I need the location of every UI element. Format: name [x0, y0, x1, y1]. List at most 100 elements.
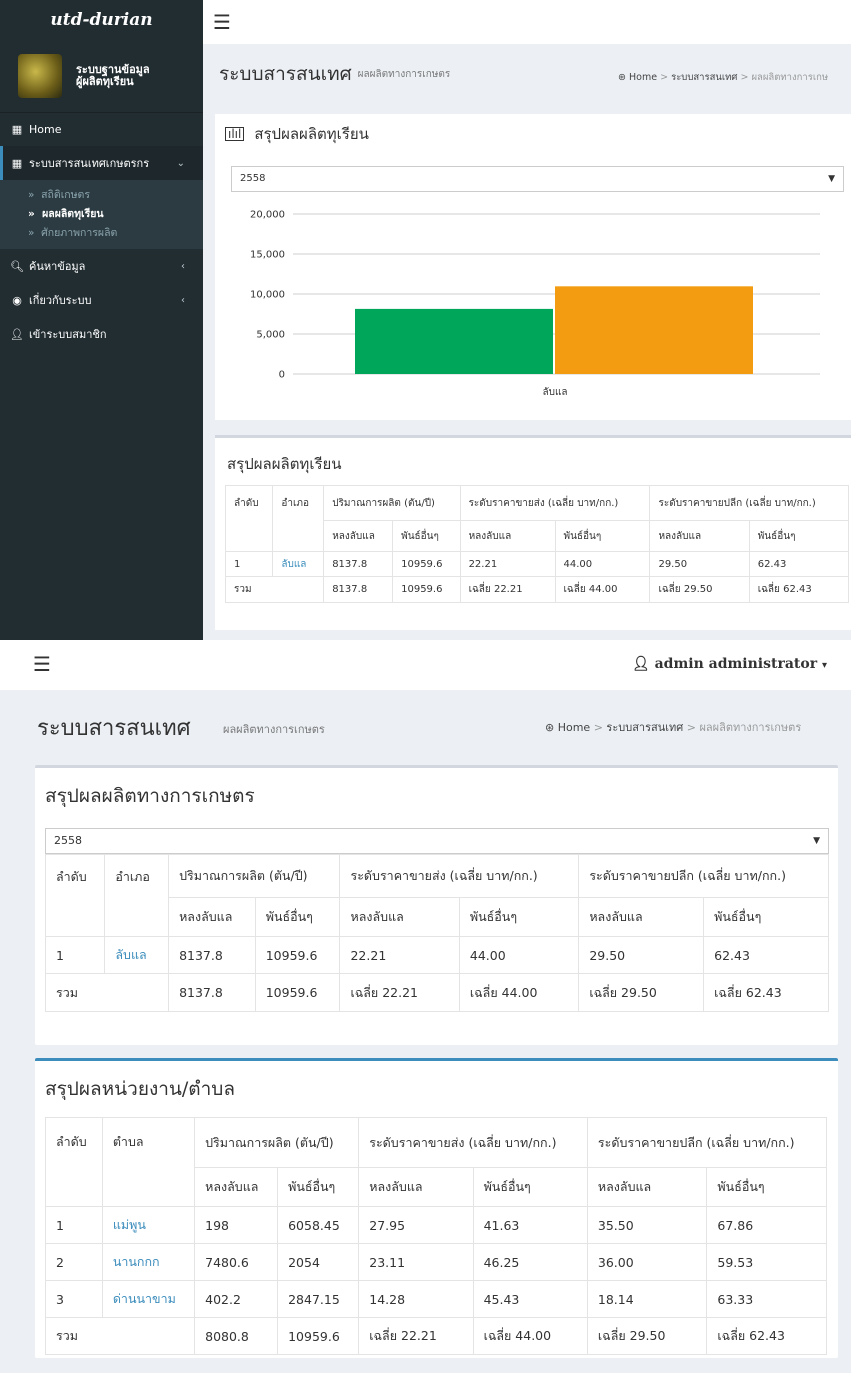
cell: 22.21 [339, 936, 460, 974]
total-row: รวม 8137.8 10959.6 เฉลี่ย 22.21 เฉลี่ย 4… [224, 576, 850, 603]
caret-down-icon: ▼ [813, 836, 820, 846]
breadcrumb-home[interactable]: Home [629, 72, 657, 83]
breadcrumb: ⊛ Home > ระบบสารสนเทศ > ผลผลิตทางการเกษต… [545, 721, 802, 734]
col-other: พันธ์อื่นๆ [706, 1167, 827, 1207]
col-lang: หลงลับแล [194, 1167, 279, 1207]
district-link[interactable]: ลับแล [104, 936, 170, 974]
grid-icon: ▦ [11, 123, 23, 136]
cell: 402.2 [194, 1280, 279, 1318]
cell: 67.86 [706, 1206, 827, 1244]
year-select-value: 2558 [54, 834, 82, 847]
system-name: ระบบฐานข้อมูล ผู้ผลิตทุเรียน [76, 63, 150, 88]
col-production: ปริมาณการผลิต (ตัน/ปี) [194, 1117, 360, 1168]
col-wholesale: ระดับราคาขายส่ง (เฉลี่ย บาท/กก.) [339, 854, 580, 898]
col-other: พันธ์อื่นๆ [703, 897, 829, 937]
col-lang: หลงลับแล [586, 1167, 708, 1207]
y-tick-label: 5,000 [256, 330, 285, 341]
summary-table-title: สรุปผลผลิตทุเรียน [227, 455, 342, 473]
cell: เฉลี่ย 44.00 [554, 576, 651, 603]
cell: 8080.8 [194, 1317, 279, 1355]
col-wholesale: ระดับราคาขายส่ง (เฉลี่ย บาท/กก.) [358, 1117, 588, 1168]
submenu: » สถิติเกษตร » ผลผลิตทุเรียน » ศักยภาพกา… [0, 180, 203, 249]
cell: 27.95 [358, 1206, 474, 1244]
cell: 2054 [277, 1243, 360, 1281]
cell-total-label: รวม [44, 1317, 196, 1355]
cell: 22.21 [459, 551, 556, 577]
sidebar-item-label: ค้นหาข้อมูล [29, 260, 86, 273]
sidebar-item-label: เกี่ยวกับระบบ [29, 294, 92, 307]
col-lang: หลงลับแล [649, 520, 750, 552]
page-title: ระบบสารสนเทศ [37, 716, 191, 741]
breadcrumb-current: ผลผลิตทางการเกษ [751, 72, 829, 83]
sidebar-item-login[interactable]: 👤︎ เข้าระบบสมาชิก [0, 317, 203, 351]
subdistrict-link[interactable]: แม่พูน [101, 1206, 196, 1244]
breadcrumb-info[interactable]: ระบบสารสนเทศ [606, 721, 683, 734]
cell-order: 3 [45, 1280, 103, 1318]
sidebar-item-about[interactable]: ◉ เกี่ยวกับระบบ ‹ [0, 283, 203, 317]
cell: 198 [194, 1206, 279, 1244]
cell: เฉลี่ย 62.43 [703, 973, 829, 1012]
subdistrict-summary-title: สรุปผลหน่วยงาน/ตำบล [45, 1078, 235, 1100]
cell-order: 2 [45, 1243, 103, 1281]
sidebar-item-info-system[interactable]: ▦ ระบบสารสนเทศเกษตรกร ⌄ [0, 146, 203, 180]
cell: 46.25 [472, 1243, 588, 1281]
breadcrumb: ⊛ Home > ระบบสารสนเทศ > ผลผลิตทางการเกษ [618, 72, 829, 83]
breadcrumb-home[interactable]: Home [558, 721, 590, 734]
cell: 23.11 [358, 1243, 474, 1281]
breadcrumb-info[interactable]: ระบบสารสนเทศ [671, 72, 737, 83]
subdistrict-summary-table: ลำดับ ตำบล ปริมาณการผลิต (ตัน/ปี) ระดับร… [44, 1117, 828, 1355]
subdistrict-link[interactable]: ด่านนาขาม [101, 1280, 196, 1318]
y-tick-label: 20,000 [250, 210, 285, 221]
cell: 44.00 [554, 551, 651, 577]
total-row: รวม 8080.8 10959.6 เฉลี่ย 22.21 เฉลี่ย 4… [44, 1317, 827, 1355]
user-name: admin administrator [654, 656, 818, 672]
district-link[interactable]: ลับแล [272, 551, 325, 577]
cell: 10959.6 [254, 936, 341, 974]
user-menu[interactable]: 👤︎ admin administrator ▾ [632, 656, 827, 672]
chart-box-title: ılıl สรุปผลผลิตทุเรียน [225, 122, 369, 146]
cell: เฉลี่ย 62.43 [748, 576, 850, 603]
chevron-down-icon: ⌄ [176, 157, 185, 169]
cell: 10959.6 [392, 576, 461, 603]
col-lang: หลงลับแล [358, 1167, 474, 1207]
col-other: พันธ์อื่นๆ [554, 520, 651, 552]
cell: 8137.8 [323, 576, 394, 603]
bar-chart-icon: ılıl [225, 127, 245, 141]
col-retail: ระดับราคาขายปลีก (เฉลี่ย บาท/กก.) [649, 485, 849, 521]
submenu-item-stats[interactable]: » สถิติเกษตร [0, 186, 203, 205]
cell: เฉลี่ย 22.21 [459, 576, 556, 603]
cell-total-label: รวม [44, 973, 170, 1012]
cell: 63.33 [706, 1280, 827, 1318]
year-select-value: 2558 [240, 173, 266, 184]
cell: เฉลี่ย 62.43 [706, 1317, 827, 1355]
chart-box: ılıl สรุปผลผลิตทุเรียน 2558 ▼ 20,000 15,0… [215, 114, 851, 420]
page-subtitle: ผลผลิตทางการเกษตร [223, 723, 325, 736]
submenu-item-potential[interactable]: » ศักยภาพการผลิต [0, 224, 203, 243]
bar [555, 286, 753, 374]
subdistrict-link[interactable]: นานกกก [101, 1243, 196, 1281]
bar-chart: 20,000 15,000 10,000 5,000 0 ลับแล [250, 210, 820, 398]
screenshot-bottom: ☰ 👤︎ admin administrator ▾ ระบบสารสนเทศ … [0, 640, 851, 1373]
hamburger-menu-icon[interactable]: ☰ [33, 652, 51, 676]
cell: 8137.8 [168, 973, 256, 1012]
cell: 62.43 [703, 936, 829, 974]
sidebar-item-home[interactable]: ▦ Home [0, 112, 203, 146]
chevron-left-icon: ‹ [181, 260, 185, 272]
cell: 45.43 [472, 1280, 588, 1318]
sidebar-item-search[interactable]: 🔍︎ ค้นหาข้อมูล ‹ [0, 249, 203, 283]
submenu-item-durian[interactable]: » ผลผลิตทุเรียน [0, 205, 203, 224]
year-select[interactable]: 2558 ▼ [231, 166, 844, 192]
col-order: ลำดับ [224, 485, 274, 552]
page-title: ระบบสารสนเทศ [219, 63, 352, 85]
app-logo[interactable]: utd-durian [0, 0, 203, 40]
col-order: ลำดับ [45, 1117, 103, 1207]
user-panel: ระบบฐานข้อมูล ผู้ผลิตทุเรียน [0, 40, 203, 112]
table-row: 1 ลับแล 8137.8 10959.6 22.21 44.00 29.50… [224, 551, 850, 577]
cell: 8137.8 [323, 551, 394, 577]
col-district: อำเภอ [272, 485, 325, 552]
year-select[interactable]: 2558 ▼ [45, 828, 829, 854]
hamburger-menu-icon[interactable]: ☰ [213, 10, 231, 34]
content-header: ระบบสารสนเทศ ผลผลิตทางการเกษตร ⊛ Home > … [0, 690, 851, 765]
col-other: พันธ์อื่นๆ [254, 897, 341, 937]
dashboard-icon: ⊛ [618, 72, 626, 83]
